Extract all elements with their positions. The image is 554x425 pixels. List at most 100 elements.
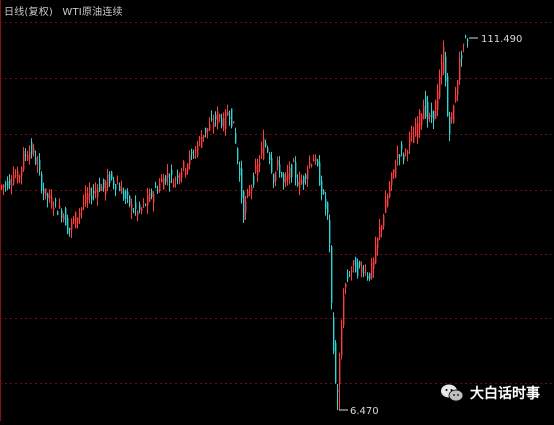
candle-body bbox=[97, 188, 99, 198]
candle-body bbox=[209, 124, 211, 131]
candle-body bbox=[187, 164, 189, 172]
candle-body bbox=[51, 197, 53, 207]
candle-body bbox=[279, 164, 281, 173]
candle-body bbox=[179, 173, 181, 182]
candle-body bbox=[191, 151, 193, 154]
candle-body bbox=[439, 76, 441, 97]
candle-body bbox=[467, 39, 469, 42]
candle-body bbox=[37, 163, 39, 165]
candle-body bbox=[189, 154, 191, 165]
candle-body bbox=[443, 46, 445, 74]
candle-body bbox=[317, 160, 319, 166]
min-annotation-label: 6.470 bbox=[350, 406, 379, 417]
candle-body bbox=[461, 54, 463, 59]
candle-body bbox=[201, 136, 203, 148]
candle-body bbox=[349, 274, 351, 276]
candle-body bbox=[91, 195, 93, 200]
candle-body bbox=[357, 262, 359, 277]
candle-body bbox=[465, 36, 467, 38]
candle-body bbox=[423, 105, 425, 120]
max-annotation-label: 111.490 bbox=[481, 34, 522, 45]
candle-body bbox=[259, 162, 261, 166]
candle-body bbox=[17, 170, 19, 182]
candle-body bbox=[295, 162, 297, 178]
candle-body bbox=[11, 183, 13, 186]
candle-body bbox=[141, 208, 143, 211]
candle-body bbox=[9, 179, 11, 185]
candle-body bbox=[265, 143, 267, 147]
candle-body bbox=[155, 186, 157, 188]
candle-body bbox=[355, 258, 357, 273]
candle-body bbox=[419, 111, 421, 130]
candle-body bbox=[41, 174, 43, 191]
grid bbox=[0, 0, 554, 421]
candle-body bbox=[301, 180, 303, 185]
candle-body bbox=[19, 176, 21, 178]
candle-body bbox=[305, 174, 307, 180]
candle-body bbox=[177, 175, 179, 178]
candle-body bbox=[453, 105, 455, 124]
candle-body bbox=[185, 169, 187, 175]
candle-body bbox=[421, 114, 423, 126]
candle-body bbox=[321, 180, 323, 195]
candle-body bbox=[441, 62, 443, 77]
candle-body bbox=[271, 158, 273, 173]
candle-body bbox=[95, 190, 97, 193]
candle-body bbox=[27, 154, 29, 161]
candles bbox=[1, 34, 469, 410]
candle-body bbox=[29, 151, 31, 159]
candle-body bbox=[119, 185, 121, 192]
candle-body bbox=[343, 295, 345, 326]
candle-body bbox=[25, 154, 27, 156]
candle-body bbox=[15, 175, 17, 177]
candle-body bbox=[217, 111, 219, 125]
candle-body bbox=[401, 144, 403, 150]
candle-body bbox=[379, 227, 381, 238]
candle-body bbox=[345, 283, 347, 288]
candle-body bbox=[299, 178, 301, 189]
candle-body bbox=[105, 182, 107, 195]
candle-body bbox=[371, 262, 373, 279]
candle-body bbox=[125, 191, 127, 199]
candle-body bbox=[369, 272, 371, 280]
candle-body bbox=[391, 173, 393, 186]
candle-body bbox=[83, 202, 85, 205]
candle-body bbox=[175, 179, 177, 181]
candle-body bbox=[247, 190, 249, 197]
candle-body bbox=[61, 210, 63, 219]
candle-body bbox=[315, 157, 317, 162]
candle-body bbox=[23, 151, 25, 170]
candle-body bbox=[397, 153, 399, 159]
candle-body bbox=[403, 154, 405, 161]
candlestick-chart: 111.490 6.470 bbox=[0, 0, 554, 421]
candle-body bbox=[383, 215, 385, 227]
candle-body bbox=[65, 208, 67, 226]
candle-body bbox=[411, 132, 413, 135]
candle-body bbox=[303, 176, 305, 183]
candle-body bbox=[33, 148, 35, 153]
candle-body bbox=[275, 172, 277, 181]
candle-body bbox=[319, 162, 321, 186]
candle-body bbox=[251, 187, 253, 192]
candle-body bbox=[5, 183, 7, 185]
candle-body bbox=[273, 174, 275, 183]
candle-body bbox=[297, 181, 299, 186]
candle-body bbox=[249, 192, 251, 194]
candle-body bbox=[261, 147, 263, 154]
candle-body bbox=[3, 184, 5, 188]
candle-body bbox=[69, 227, 71, 231]
candle-body bbox=[375, 244, 377, 264]
candle-body bbox=[225, 111, 227, 130]
candle-body bbox=[359, 261, 361, 266]
candle-body bbox=[43, 188, 45, 194]
candle-body bbox=[181, 172, 183, 178]
candle-body bbox=[449, 116, 451, 134]
candle-body bbox=[405, 149, 407, 151]
chart: 111.490 6.470 日线(复权) WTI原油连续 大白话时事 bbox=[0, 0, 554, 421]
candle-body bbox=[373, 259, 375, 269]
candle-body bbox=[445, 56, 447, 82]
candle-body bbox=[329, 220, 331, 244]
candle-body bbox=[307, 169, 309, 179]
candle-body bbox=[221, 118, 223, 127]
candle-body bbox=[31, 142, 33, 155]
